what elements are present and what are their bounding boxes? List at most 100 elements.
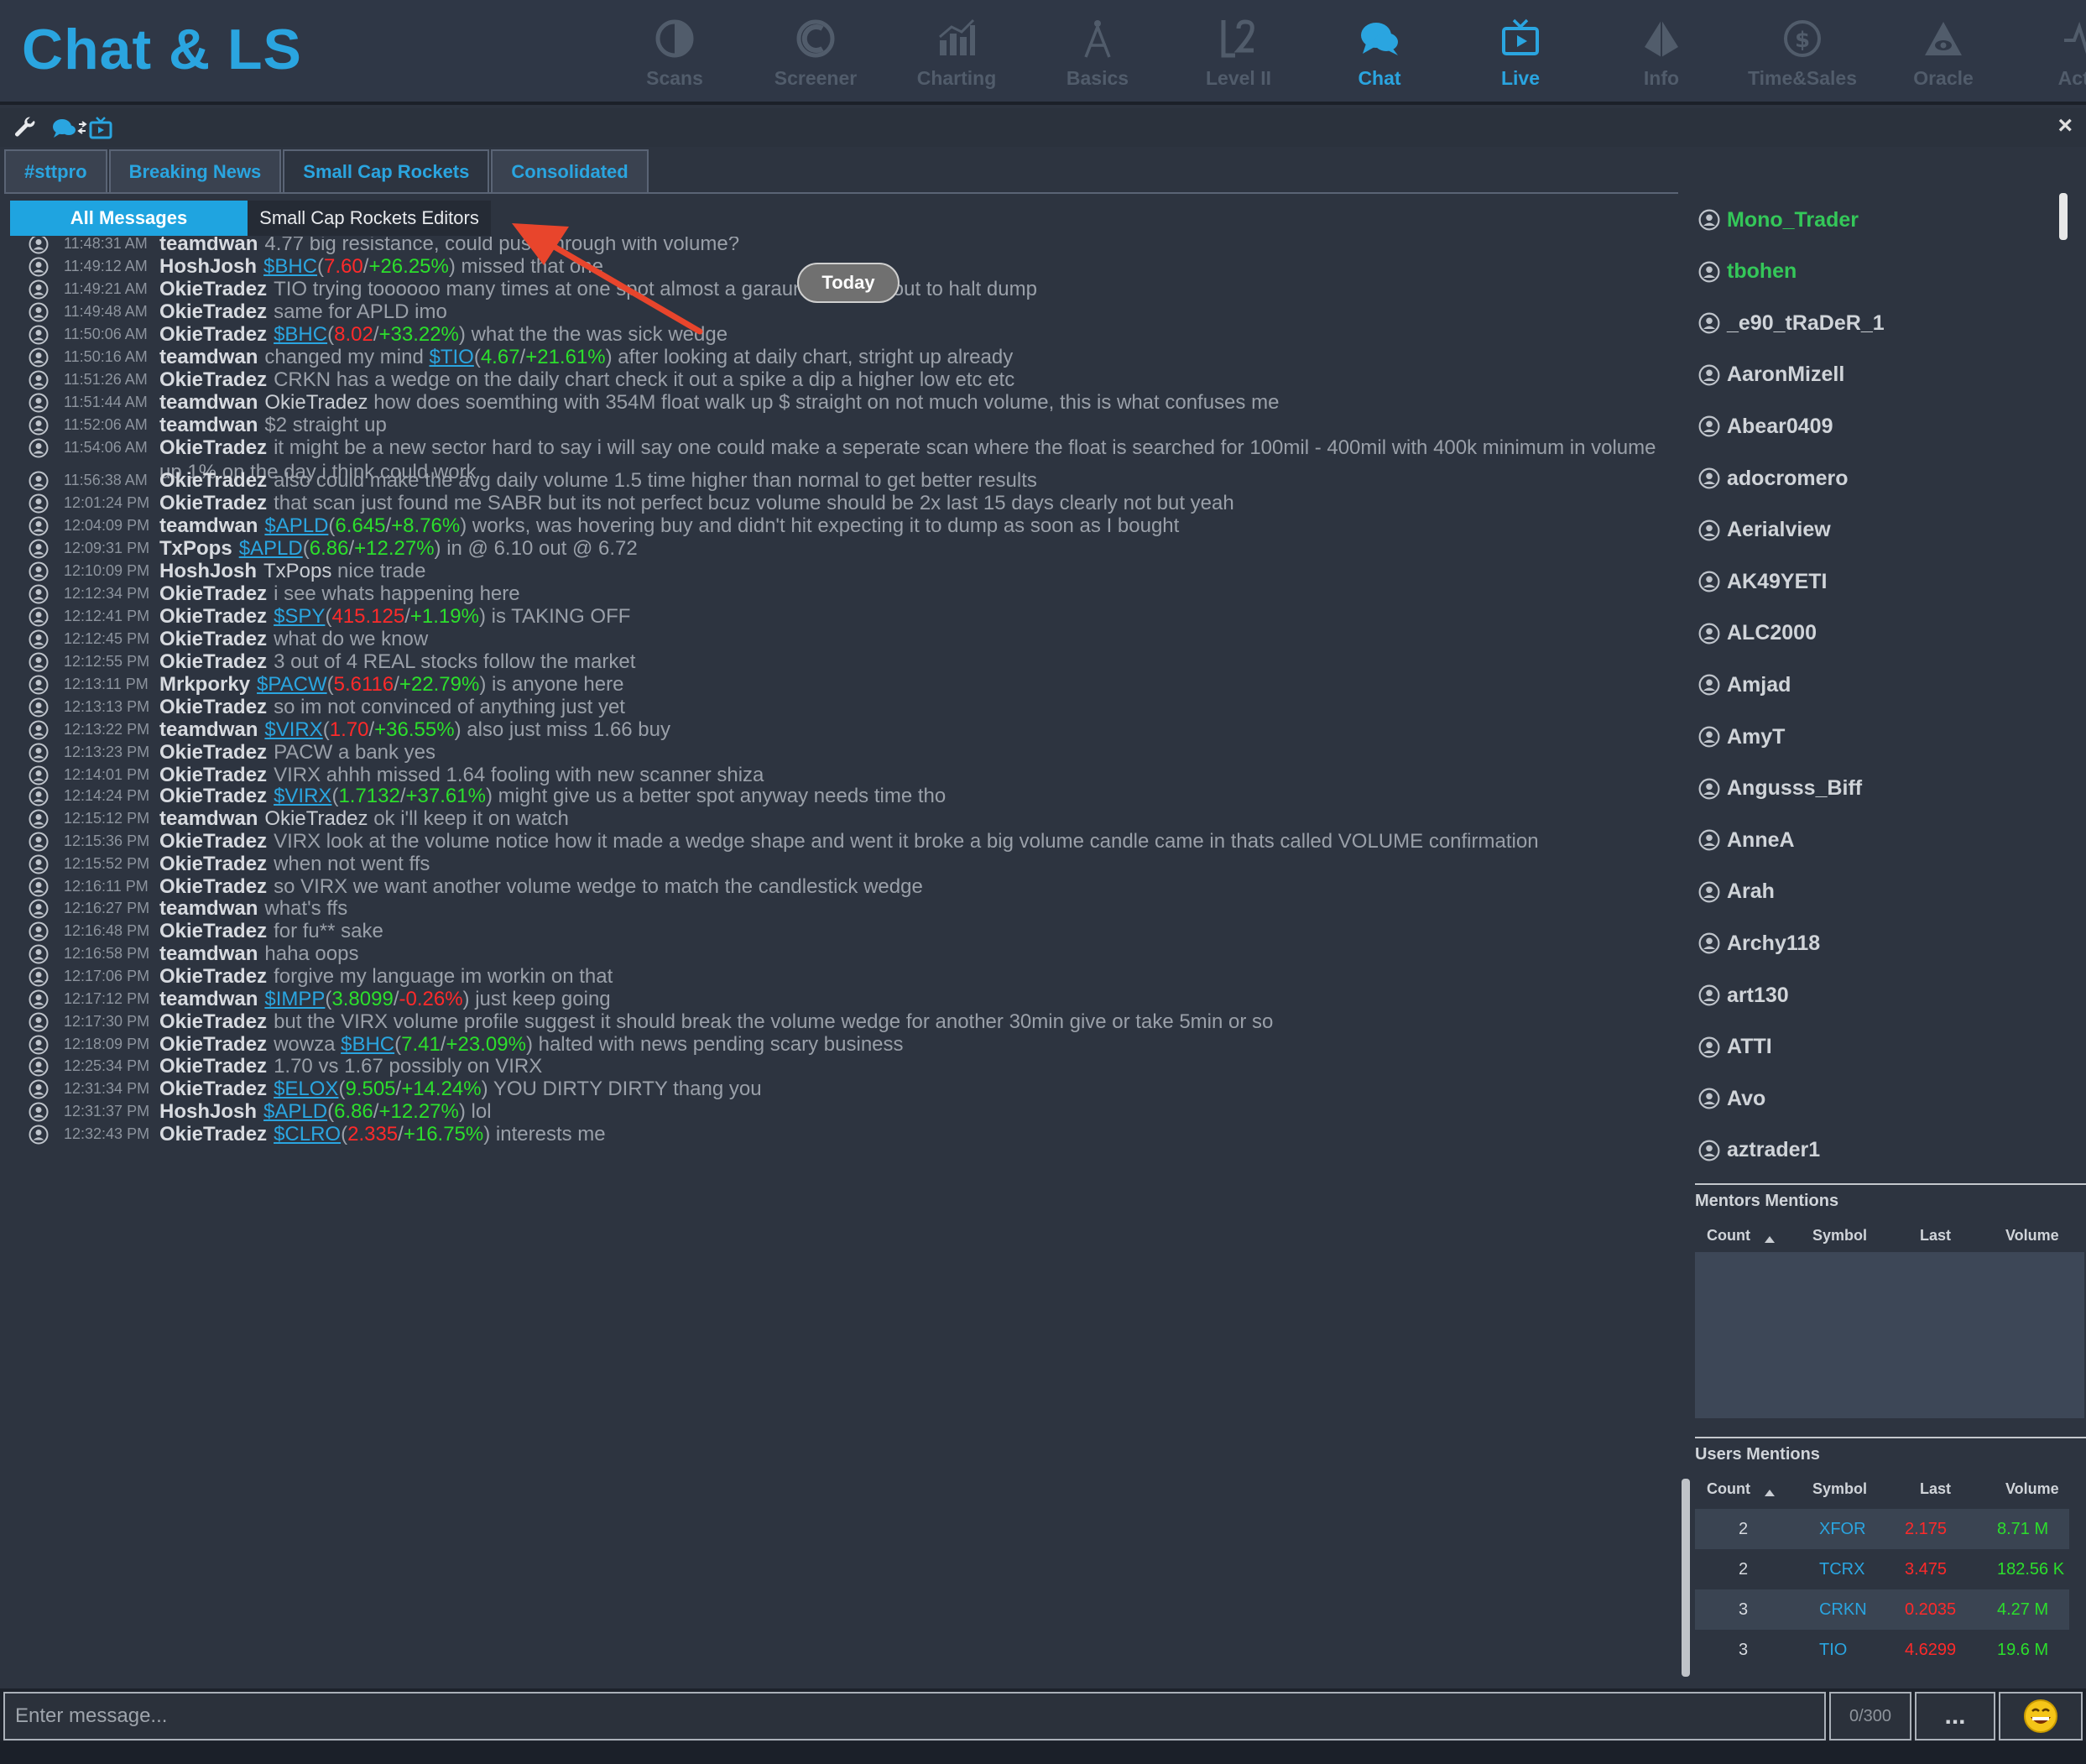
nav-item-time-sales[interactable]: $ Time&Sales [1732, 12, 1873, 96]
ticker-link[interactable]: $APLD [264, 514, 328, 537]
table-row[interactable]: 3 CRKN 0.2035 4.27 M [1695, 1589, 2069, 1630]
nav-item-basics[interactable]: Basics [1027, 12, 1168, 96]
nav-item-charting[interactable]: Charting [886, 12, 1027, 96]
nav-item-scans[interactable]: Scans [604, 12, 745, 96]
user-list-item[interactable]: Arah [1698, 875, 1775, 909]
close-icon[interactable]: × [2057, 112, 2073, 140]
nav-item-activi[interactable]: Activi [2014, 12, 2086, 96]
message-username[interactable]: OkieTradez [159, 469, 267, 492]
column-header-symbol[interactable]: Symbol [1812, 1480, 1867, 1498]
nav-item-chat[interactable]: Chat [1309, 12, 1450, 96]
mention-symbol[interactable]: CRKN [1819, 1600, 1867, 1620]
nav-item-info[interactable]: Info [1591, 12, 1732, 96]
user-list-item[interactable]: aztrader1 [1698, 1134, 1820, 1167]
ticker-link[interactable]: $BHC [274, 323, 327, 346]
message-username[interactable]: OkieTradez [159, 323, 267, 346]
user-list-item[interactable]: Amjad [1698, 668, 1791, 702]
user-list-item[interactable]: Angusss_Biff [1698, 772, 1862, 806]
message-username[interactable]: OkieTradez [159, 278, 267, 300]
user-list-scrollbar[interactable] [2059, 193, 2068, 240]
ticker-link[interactable]: $PACW [257, 673, 327, 696]
message-username[interactable]: OkieTradez [159, 1078, 267, 1100]
user-list-item[interactable]: Avo [1698, 1082, 1765, 1115]
user-list-item[interactable]: adocromero [1698, 462, 1848, 495]
column-header-volume[interactable]: Volume [2005, 1480, 2059, 1498]
message-username[interactable]: OkieTradez [159, 492, 267, 514]
message-username[interactable]: HoshJosh [159, 560, 257, 582]
user-list-item[interactable]: ATTI [1698, 1031, 1772, 1064]
message-username[interactable]: teamdwan [159, 391, 258, 414]
ticker-link[interactable]: $VIRX [264, 718, 322, 741]
message-username[interactable]: teamdwan [159, 988, 258, 1010]
ticker-link[interactable]: $SPY [274, 605, 325, 628]
user-list-item[interactable]: Archy118 [1698, 926, 1820, 960]
tab-all-messages[interactable]: All Messages [10, 201, 248, 236]
table-row[interactable]: 2 TCRX 3.475 182.56 K [1695, 1549, 2069, 1589]
message-username[interactable]: OkieTradez [159, 605, 267, 628]
message-username[interactable]: TxPops [159, 537, 232, 560]
user-list-item[interactable]: _e90_tRaDeR_1 [1698, 306, 1885, 340]
ticker-link[interactable]: $BHC [263, 255, 317, 278]
ticker-link[interactable]: $VIRX [274, 785, 331, 807]
ticker-link[interactable]: $IMPP [264, 988, 325, 1010]
message-username[interactable]: OkieTradez [159, 920, 267, 942]
message-username[interactable]: OkieTradez [159, 650, 267, 673]
user-list-item[interactable]: Aerialview [1698, 514, 1831, 547]
column-header-last[interactable]: Last [1920, 1227, 1951, 1245]
ticker-link[interactable]: $ELOX [274, 1078, 338, 1100]
user-list-item[interactable]: tbohen [1698, 255, 1797, 289]
message-username[interactable]: OkieTradez [159, 1055, 267, 1078]
user-list-item[interactable]: ALC2000 [1698, 617, 1817, 650]
tab-sttpro[interactable]: #sttpro [4, 149, 107, 193]
message-username[interactable]: OkieTradez [159, 696, 267, 718]
message-username[interactable]: HoshJosh [159, 255, 257, 278]
emoji-button[interactable] [1999, 1692, 2083, 1741]
message-username[interactable]: OkieTradez [159, 785, 267, 807]
user-list-item[interactable]: AmyT [1698, 720, 1785, 754]
mention-symbol[interactable]: TIO [1819, 1641, 1847, 1660]
message-input[interactable] [3, 1692, 1826, 1741]
column-header-count[interactable]: Count [1707, 1227, 1750, 1245]
user-list-item[interactable]: Mono_Trader [1698, 203, 1859, 237]
message-username[interactable]: teamdwan [159, 514, 258, 537]
ticker-link[interactable]: $TIO [429, 346, 473, 368]
ticker-link[interactable]: $APLD [239, 537, 303, 560]
message-username[interactable]: OkieTradez [159, 436, 267, 459]
table-row[interactable]: 3 TIO 4.6299 19.6 M [1695, 1630, 2069, 1670]
message-username[interactable]: OkieTradez [159, 1033, 267, 1056]
ticker-link[interactable]: $CLRO [274, 1123, 341, 1146]
more-options-button[interactable]: ... [1915, 1692, 1995, 1741]
message-username[interactable]: teamdwan [159, 897, 258, 920]
message-list-scrollbar[interactable] [1682, 1479, 1690, 1677]
user-list-item[interactable]: art130 [1698, 979, 1789, 1012]
nav-item-live[interactable]: Live [1450, 12, 1591, 96]
user-list-item[interactable]: Abear0409 [1698, 410, 1833, 443]
tab-editors[interactable]: Small Cap Rockets Editors [248, 201, 491, 236]
message-username[interactable]: teamdwan [159, 237, 258, 255]
nav-item-oracle[interactable]: Oracle [1873, 12, 2014, 96]
column-header-symbol[interactable]: Symbol [1812, 1227, 1867, 1245]
message-username[interactable]: teamdwan [159, 414, 258, 436]
message-username[interactable]: OkieTradez [159, 764, 267, 786]
message-username[interactable]: teamdwan [159, 346, 258, 368]
column-header-last[interactable]: Last [1920, 1480, 1951, 1498]
user-list-item[interactable]: AnneA [1698, 823, 1795, 857]
message-username[interactable]: Mrkporky [159, 673, 250, 696]
nav-item-level-ii[interactable]: Level II [1168, 12, 1309, 96]
mention-symbol[interactable]: XFOR [1819, 1520, 1866, 1539]
ticker-link[interactable]: $BHC [341, 1033, 394, 1056]
sort-up-icon[interactable] [1764, 1230, 1776, 1248]
table-row[interactable]: 2 XFOR 2.175 8.71 M [1695, 1509, 2069, 1549]
user-list-item[interactable]: AaronMizell [1698, 358, 1844, 392]
tab-consolidated[interactable]: Consolidated [491, 149, 649, 193]
column-header-volume[interactable]: Volume [2005, 1227, 2059, 1245]
message-username[interactable]: OkieTradez [159, 830, 267, 853]
tab-breaking-news[interactable]: Breaking News [108, 149, 282, 193]
message-username[interactable]: OkieTradez [159, 582, 267, 605]
chat-live-toggle-icon[interactable] [49, 115, 116, 146]
message-username[interactable]: OkieTradez [159, 741, 267, 764]
nav-item-screener[interactable]: Screener [745, 12, 886, 96]
message-username[interactable]: OkieTradez [159, 368, 267, 391]
message-username[interactable]: HoshJosh [159, 1100, 257, 1123]
message-username[interactable]: OkieTradez [159, 628, 267, 650]
